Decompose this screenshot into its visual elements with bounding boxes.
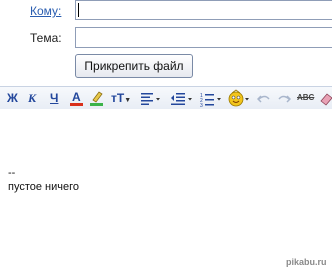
redo-icon [278,95,292,103]
indent-button[interactable] [170,89,194,107]
to-input[interactable] [75,0,332,20]
svg-text:3: 3 [200,103,203,107]
eraser-icon [320,93,332,106]
italic-button[interactable]: К [28,89,36,107]
align-button[interactable] [140,89,162,107]
formatting-toolbar: Ж К Ч A тТ▼ 1 2 3 ABC [0,86,332,110]
undo-icon [256,95,270,103]
watermark-label: pikabu.ru [286,257,327,267]
strikethrough-button[interactable]: ABC [297,89,314,107]
list-button[interactable]: 1 2 3 [200,89,224,109]
bold-button[interactable]: Ж [7,89,18,107]
clear-format-button[interactable] [318,89,332,107]
to-label[interactable]: Кому: [30,4,61,18]
font-size-label: тТ [111,91,125,105]
align-left-icon [141,93,160,105]
undo-button[interactable] [256,89,271,107]
attach-file-button[interactable]: Прикрепить файл [75,54,193,78]
font-color-button[interactable]: A [70,89,84,107]
highlight-button[interactable] [90,89,104,107]
emoticon-button[interactable] [228,89,252,107]
highlighter-icon [90,91,103,106]
numbered-list-icon: 1 2 3 [200,93,221,109]
signature-separator: -- [8,167,16,179]
redo-button[interactable] [277,89,292,107]
font-color-bar [70,103,83,106]
outdent-icon [171,93,192,105]
chevron-down-icon: ▼ [124,97,132,104]
text-cursor [78,3,79,17]
signature-text: пустое ничего [8,181,79,193]
font-size-button[interactable]: тТ▼ [111,89,131,107]
subject-input[interactable] [75,27,332,48]
underline-button[interactable]: Ч [50,89,58,107]
subject-label: Тема: [30,31,62,45]
smiley-icon [228,89,249,107]
